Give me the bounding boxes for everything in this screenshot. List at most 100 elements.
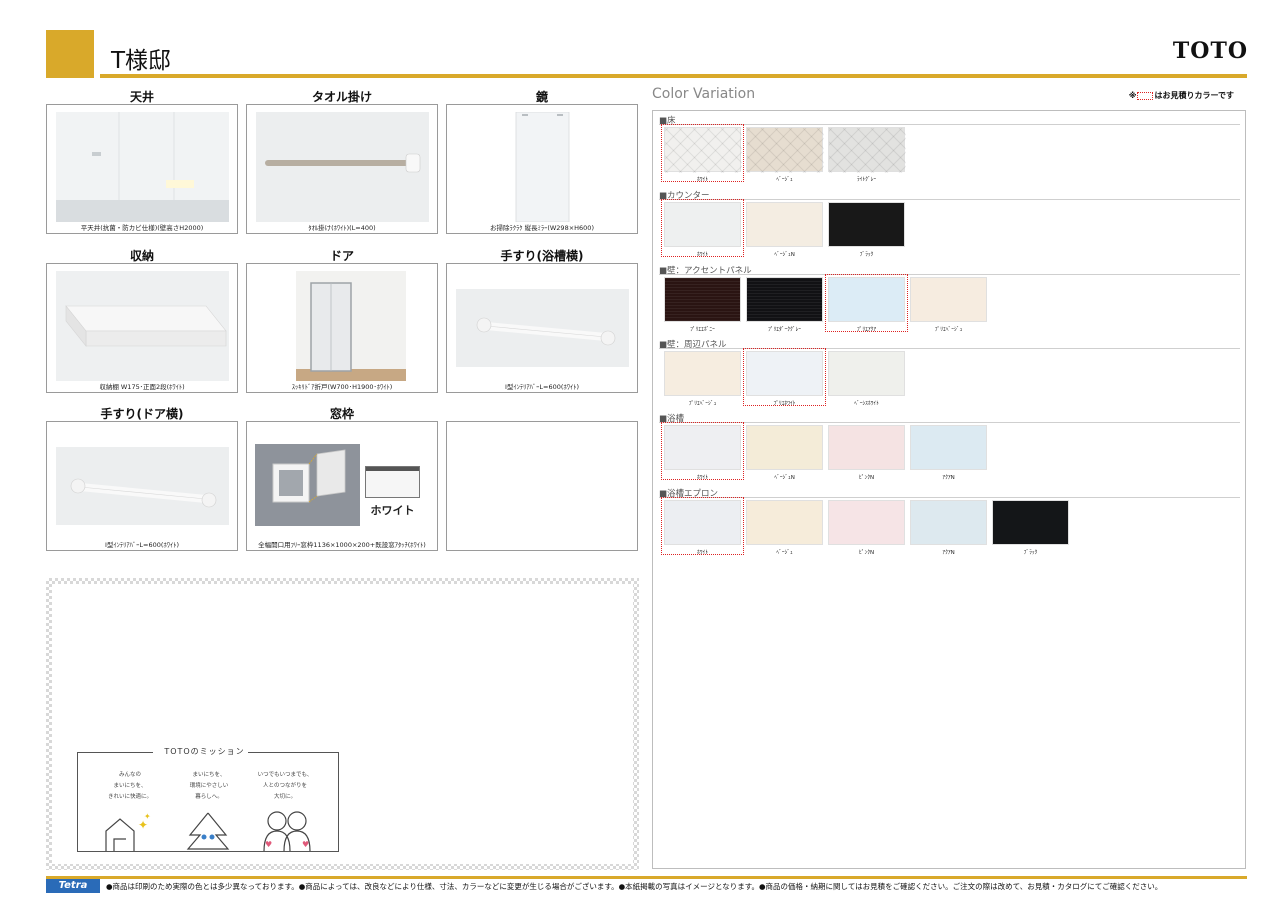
color-swatch-label: ﾌﾟﾘｴﾍﾞｰｼﾞｭ: [934, 327, 963, 333]
color-swatch[interactable]: [746, 425, 823, 470]
header-rule: [100, 74, 1247, 78]
svg-text:♥: ♥: [265, 840, 272, 849]
ceiling-image: [56, 112, 229, 222]
section-rule: [659, 422, 1240, 423]
product-title-grab-bar-door: 手すり(ドア横): [100, 407, 184, 421]
header-accent-block: [46, 30, 94, 78]
color-swatch[interactable]: [664, 351, 741, 396]
product-card-door: ｽｯｷﾘﾄﾞｱ折戸(W700･H1900･ﾎﾜｲﾄ): [246, 263, 438, 393]
product-card-ceiling: 平天井(抗菌・防カビ仕様)(壁高さH2000): [46, 104, 238, 234]
product-card-storage: 収納棚 W175･正面2段(ﾎﾜｲﾄ): [46, 263, 238, 393]
color-swatch[interactable]: [910, 500, 987, 545]
estimate-color-marker: [661, 422, 744, 480]
section-rule: [659, 497, 1240, 498]
product-card-window-frame: ホワイト 全幅開口用ﾌﾘｰ窓枠1136×1000×200+既設窓ｱﾀｯﾁ(ﾎﾜｲ…: [246, 421, 438, 551]
toto-mission-box: TOTOのミッション みんなの まいにちを、 きれいに快適に。 まいにちを、 環境にや…: [77, 747, 339, 852]
grab-bar-tub-image: [456, 271, 629, 381]
product-caption-ceiling: 平天井(抗菌・防カビ仕様)(壁高さH2000): [80, 224, 204, 232]
product-card-towel-bar: ﾀｵﾙ掛け(ﾎﾜｲﾄ)(L=400): [246, 104, 438, 234]
window-frame-color-swatch: [365, 466, 420, 498]
product-title-mirror: 鏡: [535, 90, 548, 104]
tile-pattern: [829, 128, 906, 173]
product-title-window-frame: 窓枠: [329, 407, 354, 421]
door-image: [256, 271, 429, 381]
color-swatch[interactable]: [746, 127, 824, 173]
footer-disclaimer: ●商品は印刷のため実際の色とは多少異なっております。●商品によっては、改良などに…: [106, 882, 1163, 891]
window-frame-image: [255, 444, 360, 526]
product-title-towel-bar: タオル掛け: [311, 90, 372, 104]
color-swatch-label: ﾌﾟﾘｴｴﾎﾞﾆｰ: [690, 327, 715, 333]
mission-text-3: いつでもいつまでも、 人とのつながりを 大切に。: [257, 772, 313, 800]
color-swatch-label: ﾍﾞｰｼﾞｭN: [774, 252, 795, 258]
footer-rule: [46, 876, 1247, 879]
brand-logo: TOTO: [1172, 38, 1248, 64]
product-title-storage: 収納: [129, 249, 154, 263]
product-card-grab-bar-tub: I型ｲﾝﾃﾘｱﾊﾞｰL=600(ﾎﾜｲﾄ): [446, 263, 638, 393]
color-swatch-label: ﾍﾞｰｼﾞｭN: [774, 475, 795, 481]
color-swatch-label: ﾌﾞﾗｯｸ: [1023, 550, 1038, 556]
product-caption-mirror: お掃除ﾗｸﾗｸ 縦長ﾐﾗｰ(W298×H600): [490, 224, 594, 232]
color-swatch[interactable]: [828, 351, 905, 396]
color-swatch[interactable]: [746, 500, 823, 545]
color-swatch[interactable]: [828, 425, 905, 470]
svg-text:✦: ✦: [144, 812, 151, 821]
product-caption-grab-bar-tub: I型ｲﾝﾃﾘｱﾊﾞｰL=600(ﾎﾜｲﾄ): [505, 383, 579, 391]
window-frame-color-label: ホワイト: [370, 504, 415, 517]
color-swatch-label: ﾍﾞｰｼｽﾎﾜｲﾄ: [854, 401, 879, 407]
section-rule: [659, 199, 1240, 200]
product-caption-storage: 収納棚 W175･正面2段(ﾎﾜｲﾄ): [99, 383, 185, 391]
color-swatch-label: ｱｸｱN: [942, 475, 955, 481]
color-swatch-label: ﾍﾞｰｼﾞｭ: [776, 177, 793, 183]
color-swatch-label: ﾗｲﾄｸﾞﾚｰ: [856, 177, 877, 183]
estimate-color-marker: [661, 124, 744, 182]
product-caption-grab-bar-door: I型ｲﾝﾃﾘｱﾊﾞｰL=600(ﾎﾜｲﾄ): [105, 541, 179, 549]
product-title-ceiling: 天井: [129, 90, 154, 104]
tetra-logo: Tetra: [46, 879, 100, 893]
house-sparkle-icon: ✦ ✦: [105, 812, 151, 851]
color-swatch-label: ﾋﾟﾝｸN: [858, 550, 875, 556]
towel-bar-image: [256, 112, 429, 222]
color-swatch[interactable]: [910, 425, 987, 470]
mirror-image: [456, 112, 629, 222]
color-swatch[interactable]: [910, 277, 987, 322]
color-swatch[interactable]: [828, 127, 906, 173]
estimate-color-note: ※ はお見積りカラーです: [1128, 91, 1234, 100]
color-swatch-label: ﾋﾟﾝｸN: [858, 475, 875, 481]
color-swatch-label: ﾌﾟﾘｴﾍﾞｰｼﾞｭ: [688, 401, 717, 407]
estimate-color-marker: [661, 497, 744, 555]
product-title-grab-bar-tub: 手すり(浴槽横): [500, 249, 584, 263]
color-swatch[interactable]: [746, 277, 823, 322]
estimate-color-marker: [743, 348, 826, 406]
product-card-grab-bar-door: I型ｲﾝﾃﾘｱﾊﾞｰL=600(ﾎﾜｲﾄ): [46, 421, 238, 551]
mission-text-1: みんなの まいにちを、 きれいに快適に。: [107, 772, 152, 800]
color-swatch[interactable]: [828, 500, 905, 545]
section-rule: [659, 274, 1240, 275]
product-title-door: ドア: [329, 249, 354, 263]
mission-text-2: まいにちを、 環境にやさしい 暮らしへ。: [189, 772, 229, 800]
product-card-empty: [446, 421, 638, 551]
color-swatch[interactable]: [992, 500, 1069, 545]
color-swatch[interactable]: [828, 202, 905, 247]
color-swatch[interactable]: [746, 202, 823, 247]
mission-title: TOTOのミッション: [164, 747, 245, 756]
svg-text:♥: ♥: [302, 840, 309, 849]
estimate-color-marker: [825, 274, 908, 332]
section-rule: [659, 124, 1240, 125]
color-swatch-label: ﾌﾞﾗｯｸ: [859, 252, 874, 258]
page-title: T様邸: [111, 48, 172, 74]
estimate-color-marker: [661, 199, 744, 257]
color-swatch[interactable]: [664, 277, 741, 322]
product-caption-towel-bar: ﾀｵﾙ掛け(ﾎﾜｲﾄ)(L=400): [308, 224, 376, 232]
storage-shelf-image: [56, 271, 229, 381]
color-swatch-label: ｱｸｱN: [942, 550, 955, 556]
color-swatch-label: ﾌﾟﾘｴﾀﾞｰｸｸﾞﾚｰ: [767, 327, 801, 333]
product-card-mirror: お掃除ﾗｸﾗｸ 縦長ﾐﾗｰ(W298×H600): [446, 104, 638, 234]
people-heart-icon: ♥ ♥: [263, 811, 311, 851]
product-caption-window-frame: 全幅開口用ﾌﾘｰ窓枠1136×1000×200+既設窓ｱﾀｯﾁ(ﾎﾜｲﾄ): [258, 541, 426, 549]
tree-drop-icon: [186, 812, 230, 850]
color-variation-title: Color Variation: [652, 86, 756, 102]
product-caption-door: ｽｯｷﾘﾄﾞｱ折戸(W700･H1900･ﾎﾜｲﾄ): [291, 383, 393, 391]
tile-pattern: [747, 128, 824, 173]
color-swatch-label: ﾍﾞｰｼﾞｭ: [776, 550, 793, 556]
grab-bar-door-image: [56, 429, 229, 539]
